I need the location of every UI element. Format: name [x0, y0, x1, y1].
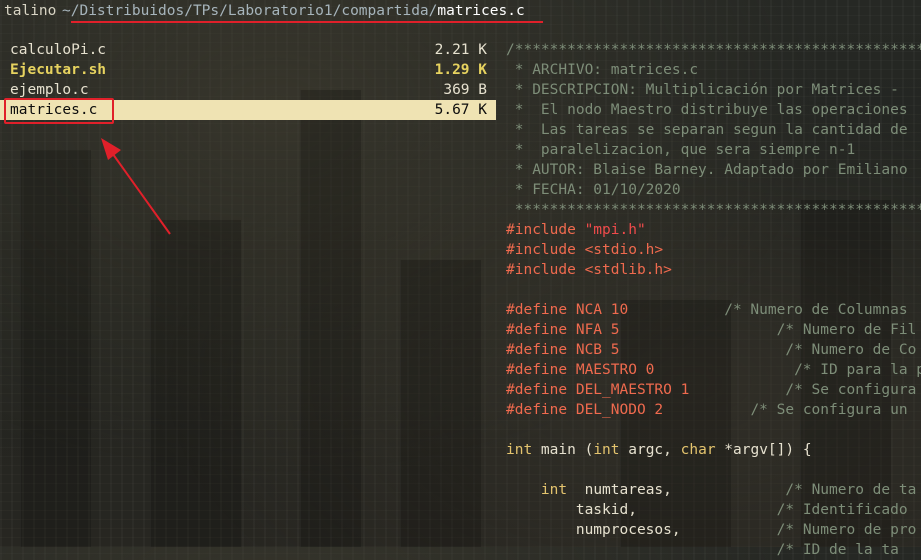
code-token: numprocesos,: [506, 522, 681, 538]
code-line: taskid, /* Identificado: [506, 500, 921, 520]
code-token: ****************************************…: [514, 202, 921, 218]
hostname: talino: [4, 3, 57, 19]
code-token: /* Se configura: [689, 382, 917, 398]
code-line: * DESCRIPCION: Multiplicación por Matric…: [506, 80, 921, 100]
code-line: #include <stdlib.h>: [506, 260, 921, 280]
title-bar: talino ~/Distribuidos/TPs/Laboratorio1/c…: [0, 0, 921, 22]
file-name: ejemplo.c: [10, 82, 89, 98]
code-token: #define DEL_NODO 2: [506, 402, 664, 418]
file-row[interactable]: calculoPi.c 2.21 K: [0, 40, 496, 60]
code-line: * El nodo Maestro distribuye las operaci…: [506, 100, 921, 120]
code-token: * DESCRIPCION: Multiplicación por Matric…: [506, 82, 908, 98]
code-token: /* Numero de Co: [619, 342, 917, 358]
path-highlight-underline: [71, 21, 543, 23]
current-path: ~/Distribuidos/TPs/Laboratorio1/comparti…: [62, 1, 525, 21]
background-building: [20, 150, 91, 547]
selection-highlight-box: [4, 98, 114, 124]
background-building: [150, 220, 241, 547]
code-token: #define NCB 5: [506, 342, 620, 358]
code-line: #include "mpi.h": [506, 220, 921, 240]
code-line: ****************************************…: [506, 200, 921, 220]
current-file-name: matrices.c: [437, 3, 525, 19]
code-token: * El nodo Maestro distribuye las operaci…: [506, 102, 908, 118]
code-token: #define MAESTRO 0: [506, 362, 655, 378]
code-token: * paralelizacion, que sera siempre n-1: [506, 142, 856, 158]
file-size: 369 B: [443, 82, 487, 98]
code-token: /***************************************…: [506, 42, 921, 58]
code-line: numprocesos, /* Numero de pro: [506, 520, 921, 540]
file-row[interactable]: Ejecutar.sh 1.29 K: [0, 60, 496, 80]
file-name: Ejecutar.sh: [10, 62, 107, 78]
code-token: /* ID de la ta: [575, 542, 899, 558]
code-token: /* Numero de Columnas: [628, 302, 908, 318]
code-token: main (: [532, 442, 594, 458]
code-line: #define NCB 5 /* Numero de Co: [506, 340, 921, 360]
code-token: /* Identificado: [636, 502, 908, 518]
code-token: #include <stdio.h>: [506, 242, 664, 258]
code-token: char: [680, 442, 716, 458]
code-token: * ARCHIVO: matrices.c: [506, 62, 699, 78]
path-prefix: ~/Distribuidos/TPs/Laboratorio1/comparti…: [62, 3, 438, 19]
code-line: * AUTOR: Blaise Barney. Adaptado por Emi…: [506, 160, 921, 180]
code-line: * FECHA: 01/10/2020: [506, 180, 921, 200]
code-token: "mpi.h": [584, 222, 646, 238]
code-token: int: [506, 442, 533, 458]
code-token: int: [593, 442, 620, 458]
code-line: * ARCHIVO: matrices.c: [506, 60, 921, 80]
file-preview-pane: /***************************************…: [506, 40, 921, 560]
code-line: int main (int argc, char *argv[]) {: [506, 440, 921, 460]
code-token: #define DEL_MAESTRO 1: [506, 382, 690, 398]
code-token: /* Numero de ta: [671, 482, 917, 498]
code-token: #define NFA 5: [506, 322, 620, 338]
code-token: int: [540, 482, 568, 498]
code-line: #define DEL_MAESTRO 1 /* Se configura: [506, 380, 921, 400]
code-line: * paralelizacion, que sera siempre n-1: [506, 140, 921, 160]
code-line: #define NCA 10 /* Numero de Columnas: [506, 300, 921, 320]
code-token: #define NCA 10: [506, 302, 629, 318]
code-token: *argv[]) {: [715, 442, 812, 458]
file-size: 5.67 K: [434, 102, 487, 118]
code-token: /* Se configura un: [663, 402, 908, 418]
background-building: [400, 260, 481, 547]
code-line: #define NFA 5 /* Numero de Fil: [506, 320, 921, 340]
code-token: /* ID para la p: [654, 362, 921, 378]
code-line: /***************************************…: [506, 40, 921, 60]
code-line: int numtareas, /* Numero de ta: [506, 480, 921, 500]
file-row[interactable]: ejemplo.c 369 B: [0, 80, 496, 100]
file-size: 1.29 K: [434, 62, 487, 78]
code-token: argc,: [619, 442, 681, 458]
file-size: 2.21 K: [434, 42, 487, 58]
code-token: /* Numero de pro: [680, 522, 917, 538]
code-line: /* ID de la ta: [506, 540, 921, 560]
code-token: #include <stdlib.h>: [506, 262, 672, 278]
code-token: numtareas,: [567, 482, 672, 498]
code-line: #define DEL_NODO 2 /* Se configura un: [506, 400, 921, 420]
arrow-head: [101, 138, 121, 160]
code-token: * Las tareas se separan segun la cantida…: [506, 122, 908, 138]
code-token: #include: [506, 222, 585, 238]
code-token: taskid,: [506, 502, 637, 518]
code-token: * FECHA: 01/10/2020: [506, 182, 681, 198]
code-token: /* Numero de Fil: [619, 322, 917, 338]
code-line: * Las tareas se separan segun la cantida…: [506, 120, 921, 140]
file-name: calculoPi.c: [10, 42, 107, 58]
code-line: #include <stdio.h>: [506, 240, 921, 260]
code-token: * AUTOR: Blaise Barney. Adaptado por Emi…: [506, 162, 908, 178]
background-building: [300, 90, 361, 547]
code-line: #define MAESTRO 0 /* ID para la p: [506, 360, 921, 380]
